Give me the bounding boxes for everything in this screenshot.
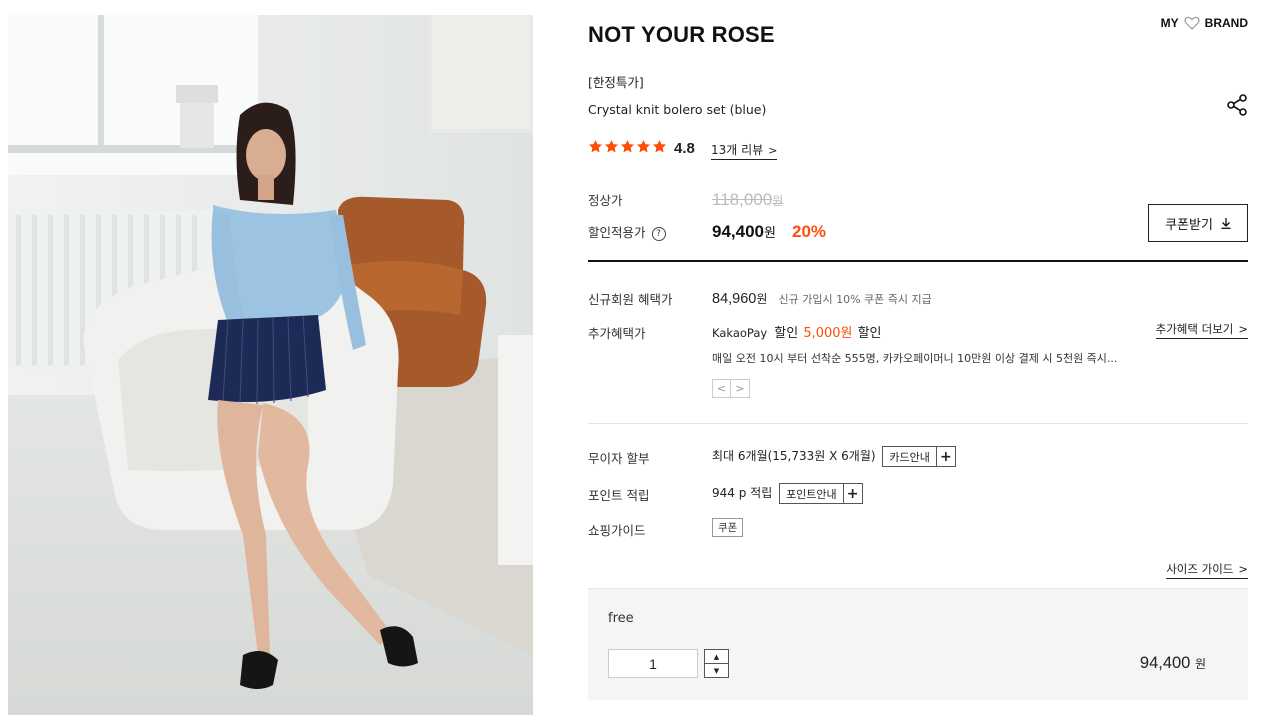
new-member-label: 신규회원 혜택가 [588,292,673,307]
selected-option: free ▲ ▼ 94,400 원 [588,588,1248,700]
product-tag: [한정특가] [588,75,644,90]
my-label: MY [1160,16,1179,30]
regular-price-unit: 원 [772,194,784,208]
new-member-price: 84,960원 신규 가입시 10% 쿠폰 즉시 지급 [712,288,932,307]
regular-price-value: 118,000 [712,190,773,209]
chevron-right-icon: > [1238,562,1248,576]
shopping-guide-label: 쇼핑가이드 [588,523,646,538]
points-value: 944 p 적립 [712,486,773,500]
kakaopay-name: KakaoPay [712,326,768,340]
new-member-note: 신규 가입시 10% 쿠폰 즉시 지급 [778,293,932,306]
sale-price: 94,400원 [712,222,776,242]
heart-icon[interactable] [1184,16,1200,30]
coupon-chip[interactable]: 쿠폰 [712,518,744,537]
sale-price-unit: 원 [764,225,776,240]
star-icon [652,139,667,153]
divider [588,423,1248,424]
next-arrow-button[interactable]: > [731,379,750,398]
size-guide-link[interactable]: 사이즈 가이드 > [1166,561,1248,579]
product-info-panel: NOT YOUR ROSE MY BRAND [한정특가] Crystal kn… [588,0,1248,724]
quantity-input[interactable] [608,649,698,678]
points-row: 944 p 적립 포인트안내 + [712,483,863,504]
star-icon [636,139,651,153]
sale-price-label-row: 할인적용가? [588,222,666,241]
share-icon[interactable] [1226,94,1248,116]
regular-price: 118,000원 [712,190,783,210]
brand-name[interactable]: NOT YOUR ROSE [588,22,775,48]
option-name: free [608,611,634,626]
points-info-button[interactable]: 포인트안내 + [779,483,863,504]
card-info-button[interactable]: 카드안내 + [882,446,956,467]
installment-label: 무이자 할부 [588,451,650,466]
decrease-button[interactable]: ▼ [705,663,728,677]
my-brand-toggle[interactable]: MY BRAND [1161,16,1248,30]
option-price: 94,400 원 [1140,654,1206,673]
quantity-stepper: ▲ ▼ [704,649,729,678]
sale-price-label: 할인적용가 [588,225,646,240]
card-info-label: 카드안내 [889,450,930,464]
extra-benefit-more-link[interactable]: 추가혜택 더보기 > [1155,321,1248,339]
rating-stars [588,139,667,154]
product-image [8,15,533,715]
extra-benefit-label: 추가혜택가 [588,326,646,341]
sale-price-value: 94,400 [712,222,764,241]
option-price-value: 94,400 [1139,654,1191,672]
size-guide-label: 사이즈 가이드 [1166,562,1234,576]
points-label: 포인트 적립 [588,488,650,503]
installment-value: 최대 6개월(15,733원 X 6개월) [712,449,876,463]
option-price-unit: 원 [1194,657,1206,671]
prev-arrow-button[interactable]: < [712,379,731,398]
plus-icon: + [842,484,862,503]
kakaopay-amount: 5,000원 [803,326,853,341]
star-icon [604,139,619,153]
new-member-unit: 원 [756,292,768,306]
kakaopay-benefit: KakaoPay 할인 5,000원 할인 [712,322,882,341]
rating-value: 4.8 [674,140,695,157]
star-icon [620,139,635,153]
installment-row: 최대 6개월(15,733원 X 6개월) 카드안내 + [712,446,956,467]
product-name: Crystal knit bolero set (blue) [588,102,767,117]
help-icon[interactable]: ? [651,226,666,241]
kakaopay-pre: 할인 [774,326,799,341]
chevron-right-icon: > [1238,322,1248,336]
kakaopay-post: 할인 [857,326,882,341]
discount-rate: 20% [792,222,827,241]
benefit-carousel-nav: < > [712,379,750,398]
chevron-right-icon: > [768,144,778,157]
plus-icon: + [935,447,955,466]
divider [588,260,1248,262]
new-member-value: 84,960 [712,291,757,307]
brand-label: BRAND [1204,16,1248,30]
coupon-button-label: 쿠폰받기 [1165,217,1213,233]
increase-button[interactable]: ▲ [705,650,728,663]
star-icon [588,139,603,153]
reviews-label: 13개 리뷰 [711,143,764,157]
kakaopay-description: 매일 오전 10시 부터 선착순 555명, 카카오페이머니 10만원 이상 결… [712,352,1118,365]
coupon-download-button[interactable]: 쿠폰받기 [1148,204,1248,242]
regular-price-label: 정상가 [588,193,623,208]
download-icon [1221,218,1231,229]
reviews-link[interactable]: 13개 리뷰 > [711,141,778,160]
points-info-label: 포인트안내 [786,487,837,501]
extra-benefit-more-label: 추가혜택 더보기 [1155,322,1234,336]
